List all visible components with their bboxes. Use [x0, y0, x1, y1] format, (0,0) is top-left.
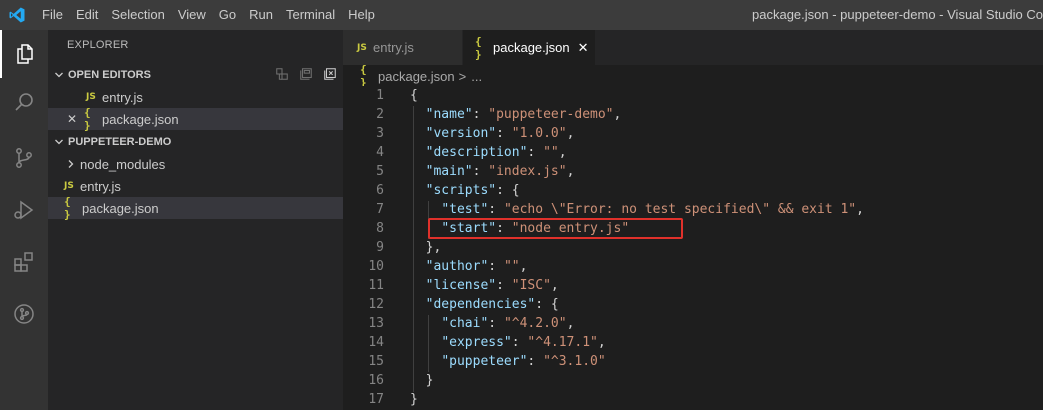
- open-editor-entry-js[interactable]: JS entry.js: [48, 86, 343, 108]
- file-package-json[interactable]: { } package.json: [48, 195, 343, 221]
- save-all-icon[interactable]: [299, 67, 313, 84]
- sidebar-title: EXPLORER: [67, 39, 129, 51]
- menu-bar: File Edit Selection View Go Run Terminal…: [36, 0, 382, 30]
- code-line: 14 "express": "^4.17.1",: [343, 333, 1043, 352]
- code-line: 1{: [343, 86, 1043, 105]
- code-line: 4 "description": "",: [343, 143, 1043, 162]
- breadcrumb: { } package.json > ...: [343, 63, 1043, 89]
- file-label: package.json: [82, 200, 159, 216]
- menu-help[interactable]: Help: [342, 0, 382, 30]
- activity-bar: [0, 30, 48, 410]
- extensions-icon[interactable]: [0, 238, 48, 286]
- breadcrumb-file[interactable]: package.json: [378, 69, 455, 84]
- line-number: 7: [376, 202, 384, 217]
- json-file-icon: { }: [84, 106, 91, 132]
- file-label: entry.js: [80, 178, 121, 194]
- menu-edit[interactable]: Edit: [70, 0, 105, 30]
- js-file-icon: JS: [357, 42, 367, 53]
- file-entry-js[interactable]: JS entry.js: [48, 175, 343, 197]
- menu-terminal[interactable]: Terminal: [280, 0, 342, 30]
- code-line: 16 }: [343, 371, 1043, 390]
- menu-go[interactable]: Go: [213, 0, 243, 30]
- window-title: package.json - puppeteer-demo - Visual S…: [752, 7, 1043, 22]
- code-line: 5 "main": "index.js",: [343, 162, 1043, 181]
- code-line: 11 "license": "ISC",: [343, 276, 1043, 295]
- git-graph-icon[interactable]: [0, 290, 48, 338]
- line-number: 9: [376, 240, 384, 255]
- project-label: PUPPETEER-DEMO: [68, 136, 172, 148]
- chevron-down-icon: [52, 137, 66, 147]
- open-editor-package-json[interactable]: ✕ { } package.json: [48, 106, 343, 132]
- code-line: 12 "dependencies": {: [343, 295, 1043, 314]
- explorer-sidebar: EXPLORER OPEN EDITORS JS entry.js ✕ { } …: [48, 30, 343, 410]
- line-number: 10: [368, 259, 384, 274]
- title-bar: File Edit Selection View Go Run Terminal…: [0, 0, 1043, 30]
- run-debug-icon[interactable]: [0, 186, 48, 234]
- line-number: 8: [376, 221, 384, 236]
- code-line: 9 },: [343, 238, 1043, 257]
- line-number: 12: [368, 297, 384, 312]
- menu-file[interactable]: File: [36, 0, 70, 30]
- close-icon[interactable]: ✕: [67, 112, 84, 126]
- code-line: 15 "puppeteer": "^3.1.0": [343, 352, 1043, 371]
- line-number: 3: [376, 126, 384, 141]
- tab-package-json[interactable]: { } package.json ✕: [463, 30, 595, 65]
- code-line: 7 "test": "echo \"Error: no test specifi…: [343, 200, 1043, 219]
- menu-selection[interactable]: Selection: [105, 0, 171, 30]
- line-number: 1: [376, 88, 384, 103]
- js-file-icon: JS: [86, 92, 96, 102]
- code-line: 17}: [343, 390, 1043, 409]
- folder-node-modules[interactable]: node_modules: [48, 153, 343, 175]
- line-number: 5: [376, 164, 384, 179]
- line-number: 14: [368, 335, 384, 350]
- explorer-icon[interactable]: [0, 30, 48, 78]
- tab-label: package.json: [493, 40, 570, 55]
- open-editor-label: package.json: [102, 111, 179, 127]
- search-icon[interactable]: [0, 78, 48, 126]
- code-line: 10 "author": "",: [343, 257, 1043, 276]
- code-line: 2 "name": "puppeteer-demo",: [343, 105, 1043, 124]
- open-editors-label: OPEN EDITORS: [68, 69, 151, 81]
- line-number: 6: [376, 183, 384, 198]
- line-number: 17: [368, 392, 384, 407]
- tab-label: entry.js: [373, 40, 414, 55]
- breadcrumb-separator: >: [458, 68, 467, 84]
- folder-label: node_modules: [80, 156, 166, 172]
- open-editor-label: entry.js: [102, 89, 143, 105]
- menu-view[interactable]: View: [172, 0, 213, 30]
- chevron-down-icon: [52, 70, 66, 80]
- code-line: 3 "version": "1.0.0",: [343, 124, 1043, 143]
- line-number: 15: [368, 354, 384, 369]
- close-all-editors-icon[interactable]: [323, 67, 337, 84]
- js-file-icon: JS: [64, 181, 74, 191]
- new-untitled-file-icon[interactable]: [275, 67, 289, 84]
- breadcrumb-more[interactable]: ...: [471, 69, 482, 84]
- json-file-icon: { }: [475, 34, 482, 61]
- vscode-logo-icon: [6, 4, 28, 26]
- close-tab-icon[interactable]: ✕: [578, 40, 589, 56]
- line-number: 4: [376, 145, 384, 160]
- chevron-right-icon: [66, 159, 80, 169]
- line-number: 11: [368, 278, 384, 293]
- open-editors-section-header[interactable]: OPEN EDITORS: [48, 64, 343, 86]
- line-number: 16: [368, 373, 384, 388]
- line-number: 2: [376, 107, 384, 122]
- source-control-icon[interactable]: [0, 134, 48, 182]
- line-number: 13: [368, 316, 384, 331]
- tab-entry-js[interactable]: JS entry.js: [343, 30, 463, 65]
- json-file-icon: { }: [64, 195, 71, 221]
- menu-run[interactable]: Run: [243, 0, 280, 30]
- start-script-highlight-box: [428, 218, 683, 239]
- code-line: 6 "scripts": {: [343, 181, 1043, 200]
- code-line: 13 "chai": "^4.2.0",: [343, 314, 1043, 333]
- editor-tab-bar: JS entry.js { } package.json ✕: [343, 30, 1043, 65]
- code-editor[interactable]: 1{ 2 "name": "puppeteer-demo", 3 "versio…: [343, 86, 1043, 410]
- project-section-header[interactable]: PUPPETEER-DEMO: [48, 131, 343, 153]
